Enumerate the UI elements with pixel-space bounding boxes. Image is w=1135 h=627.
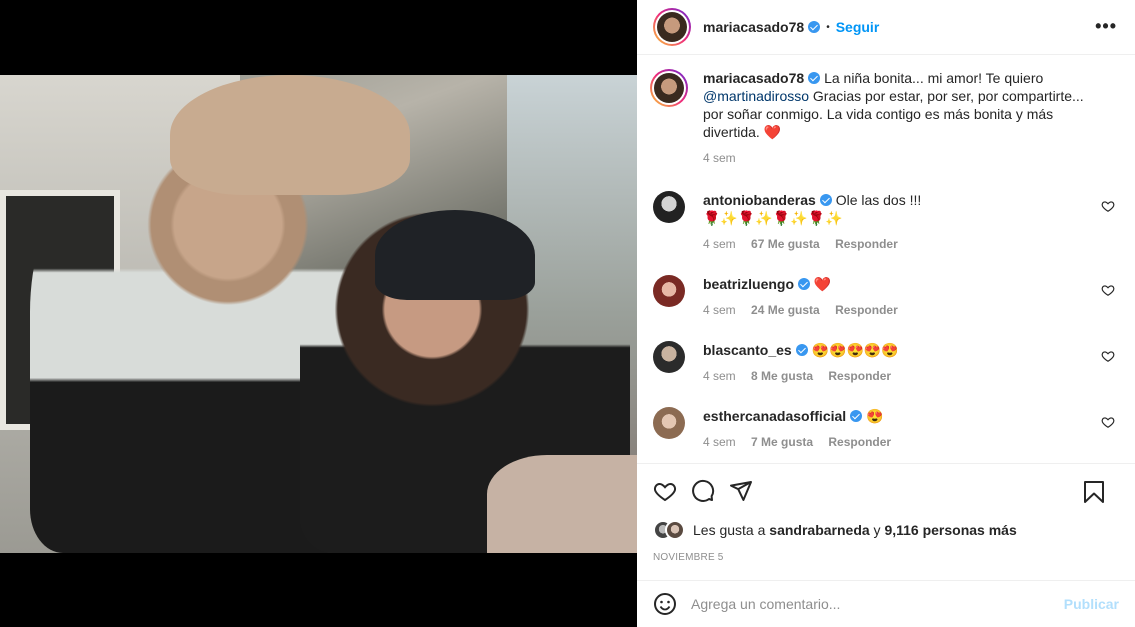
commenter-avatar[interactable] [653,341,685,373]
comment-username[interactable]: beatrizluengo [703,276,794,292]
comment-icon[interactable] [691,479,715,503]
post-sidebar: mariacasado78 • Seguir ••• mariacasado78… [637,0,1135,627]
likes-count[interactable]: 9,116 personas más [884,522,1016,538]
heart-emoji: ❤️ [763,124,782,140]
emoji-icon[interactable] [653,592,677,616]
comment-username[interactable]: blascanto_es [703,342,792,358]
heart-icon[interactable] [1101,415,1115,429]
caption-row: mariacasado78 La niña bonita... mi amor!… [650,69,1119,167]
comment-row: esthercanadasofficial 😍 4 sem 7 Me gusta… [653,407,1119,451]
reply-button[interactable]: Responder [828,369,891,383]
comment-time[interactable]: 4 sem [703,435,736,449]
photo-cap-left [170,75,410,195]
liker-avatar[interactable] [665,520,685,540]
post-date[interactable]: NOVIEMBRE 5 [653,552,1119,563]
author-username[interactable]: mariacasado78 [703,19,804,35]
comment-composer: Publicar [637,580,1135,627]
comment-emoji-line: 🌹✨🌹✨🌹✨🌹✨ [703,210,843,226]
comment-input[interactable] [691,596,1064,612]
comment-likes[interactable]: 7 Me gusta [751,435,813,449]
heart-icon[interactable] [1101,199,1115,213]
commenter-avatar[interactable] [653,191,685,223]
caption-mention[interactable]: @martinadirosso [703,88,809,104]
caption-username[interactable]: mariacasado78 [703,70,804,86]
comment-time[interactable]: 4 sem [703,369,736,383]
comment-likes[interactable]: 67 Me gusta [751,237,820,251]
comment-text: ❤️ [813,276,832,292]
heart-icon[interactable] [1101,283,1115,297]
share-icon[interactable] [729,479,753,503]
comment-username[interactable]: esthercanadasofficial [703,408,846,424]
comment-time[interactable]: 4 sem [703,237,736,251]
post-header: mariacasado78 • Seguir ••• [637,0,1135,55]
likes-mid: y [873,522,881,538]
photo-coat [487,455,637,553]
follow-button[interactable]: Seguir [836,19,880,35]
commenter-avatar[interactable] [653,275,685,307]
comments-list[interactable]: mariacasado78 La niña bonita... mi amor!… [637,55,1135,463]
post-modal: mariacasado78 • Seguir ••• mariacasado78… [0,0,1135,627]
caption-time[interactable]: 4 sem [703,151,736,165]
reply-button[interactable]: Responder [835,237,898,251]
reply-button[interactable]: Responder [828,435,891,449]
likes-summary: Les gusta a sandrabarneda y 9,116 person… [653,520,1119,540]
bookmark-icon[interactable] [1083,480,1105,504]
post-photo[interactable] [0,75,637,553]
liker-username[interactable]: sandrabarneda [769,522,869,538]
likes-prefix: Les gusta a [693,522,766,538]
publish-button[interactable]: Publicar [1064,596,1119,612]
more-icon[interactable]: ••• [1095,16,1117,37]
caption-avatar[interactable] [650,69,688,107]
caption-text-1: La niña bonita... mi amor! Te quiero [824,70,1044,86]
verified-icon [798,278,811,290]
comment-text: 😍 [866,408,884,424]
author-avatar[interactable] [653,8,691,46]
comment-row: blascanto_es 😍😍😍😍😍 4 sem 8 Me gusta Resp… [653,341,1119,385]
verified-icon [808,72,821,84]
heart-icon[interactable] [653,479,677,503]
verified-icon [808,21,821,33]
verified-icon [850,410,863,422]
heart-icon[interactable] [1101,349,1115,363]
comment-row: beatrizluengo ❤️ 4 sem 24 Me gusta Respo… [653,275,1119,319]
post-media[interactable] [0,0,637,627]
comment-likes[interactable]: 8 Me gusta [751,369,813,383]
separator-dot: • [826,21,830,33]
comment-row: antoniobanderas Ole las dos !!! 🌹✨🌹✨🌹✨🌹✨… [653,191,1119,253]
verified-icon [819,194,832,206]
verified-icon [795,344,808,356]
comment-text: 😍😍😍😍😍 [811,342,899,358]
reply-button[interactable]: Responder [835,303,898,317]
post-actions: Les gusta a sandrabarneda y 9,116 person… [637,463,1135,563]
comment-username[interactable]: antoniobanderas [703,192,816,208]
comment-time[interactable]: 4 sem [703,303,736,317]
photo-cap-right [375,210,535,300]
comment-likes[interactable]: 24 Me gusta [751,303,820,317]
comment-text: Ole las dos !!! [835,192,922,208]
commenter-avatar[interactable] [653,407,685,439]
